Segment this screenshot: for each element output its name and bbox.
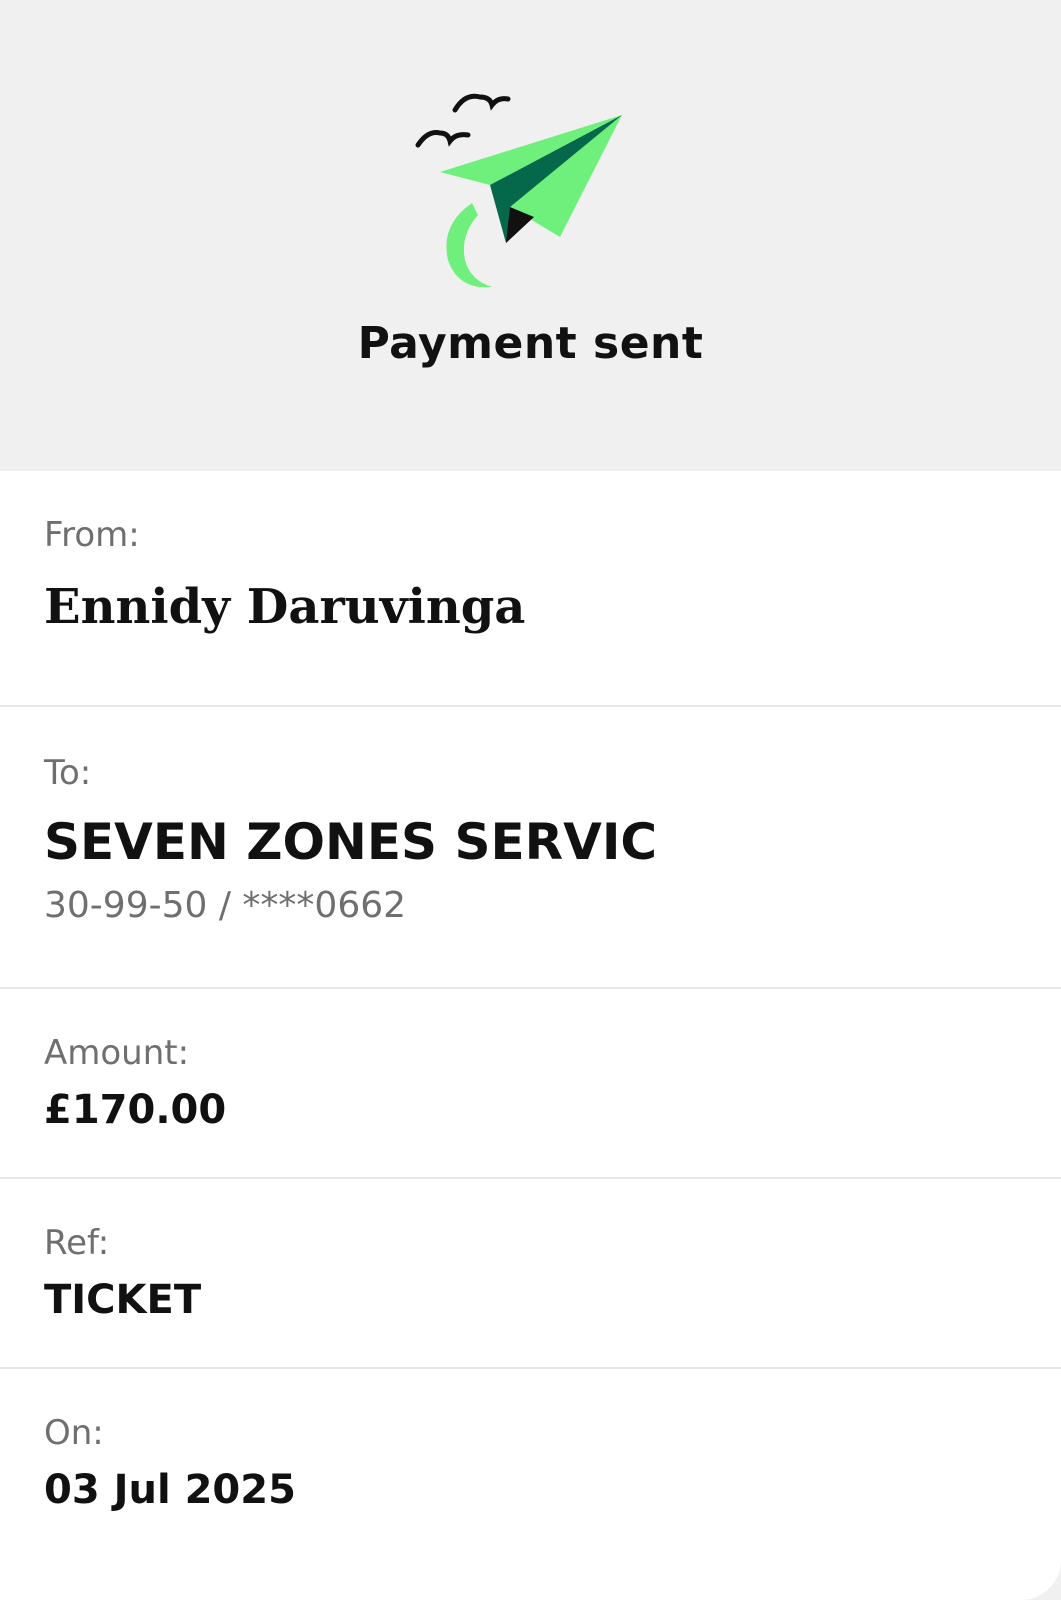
to-value: SEVEN ZONES SERVIC <box>44 813 658 871</box>
card-corner <box>1021 1560 1061 1600</box>
date-value: 03 Jul 2025 <box>44 1467 296 1513</box>
amount-value: £170.00 <box>44 1087 227 1133</box>
amount-label: Amount: <box>44 1033 190 1073</box>
amount-row: Amount: £170.00 <box>0 989 1061 1179</box>
confirmation-header: Payment sent <box>0 0 1061 471</box>
from-value: Ennidy Daruvinga <box>44 579 526 635</box>
ref-row: Ref: TICKET <box>0 1179 1061 1369</box>
from-label: From: <box>44 515 140 555</box>
to-row: To: SEVEN ZONES SERVIC 30-99-50 / ****06… <box>0 707 1061 989</box>
paper-plane-icon <box>415 93 622 288</box>
to-account-number: 30-99-50 / ****0662 <box>44 885 407 926</box>
ref-label: Ref: <box>44 1223 110 1263</box>
page-title: Payment sent <box>357 318 704 369</box>
date-row: On: 03 Jul 2025 <box>0 1369 1061 1600</box>
date-label: On: <box>44 1413 104 1453</box>
to-label: To: <box>44 753 92 793</box>
payment-confirmation-screen: Payment sent From: Ennidy Daruvinga To: … <box>0 0 1061 1600</box>
from-row: From: Ennidy Daruvinga <box>0 471 1061 707</box>
ref-value: TICKET <box>44 1277 202 1323</box>
